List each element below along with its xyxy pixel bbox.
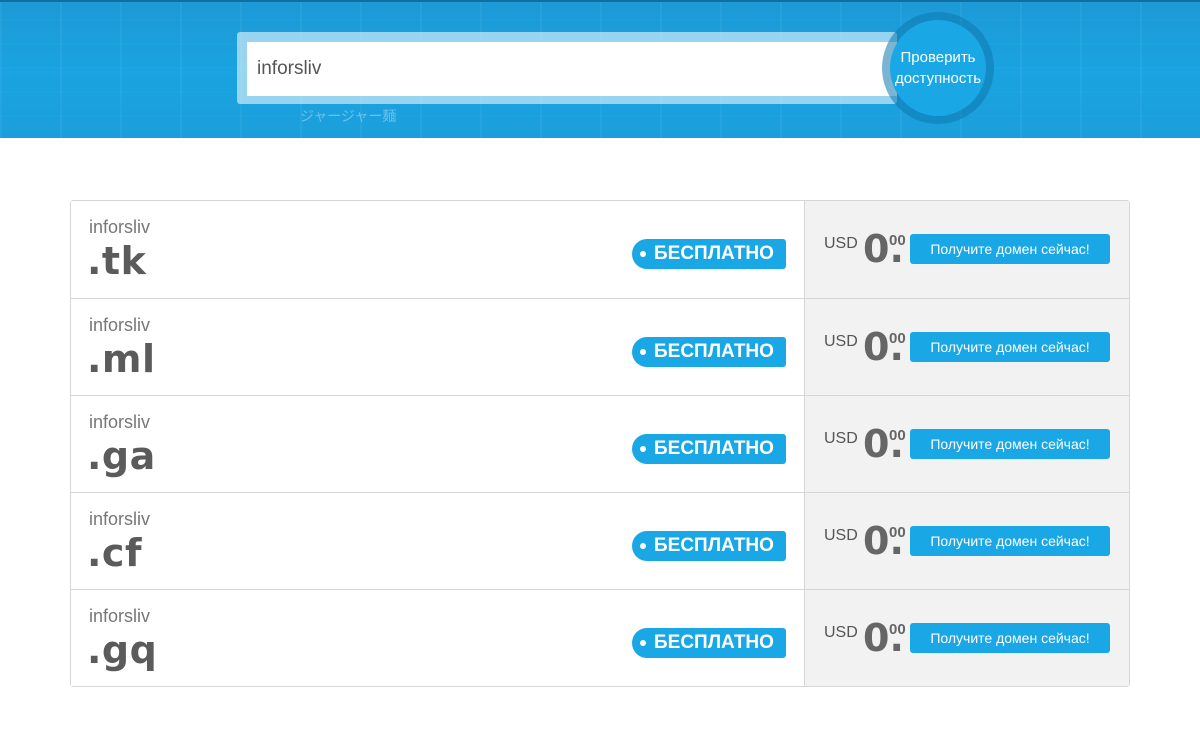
currency-label: USD: [824, 430, 858, 447]
price-decimal: 00: [889, 232, 906, 249]
free-badge-label: БЕСПЛАТНО: [654, 243, 774, 264]
domain-row: inforsliv .tk БЕСПЛАТНО USD 0. 00 Получи…: [71, 201, 1129, 298]
get-domain-button[interactable]: Получите домен сейчас!: [910, 234, 1110, 264]
domain-info-cell: inforsliv .ga БЕСПЛАТНО: [71, 396, 805, 492]
badge-dot-icon: [640, 543, 646, 549]
check-button-label-2: доступность: [894, 70, 982, 87]
badge-dot-icon: [640, 640, 646, 646]
badge-dot-icon: [640, 349, 646, 355]
domain-info-cell: inforsliv .tk БЕСПЛАТНО: [71, 201, 805, 298]
badge-dot-icon: [640, 446, 646, 452]
domain-row: inforsliv .cf БЕСПЛАТНО USD 0. 00 Получи…: [71, 492, 1129, 589]
domain-row: inforsliv .ga БЕСПЛАТНО USD 0. 00 Получи…: [71, 395, 1129, 492]
get-domain-button[interactable]: Получите домен сейчас!: [910, 623, 1110, 653]
currency-label: USD: [824, 333, 858, 350]
free-badge-label: БЕСПЛАТНО: [654, 438, 774, 459]
domain-row: inforsliv .gq БЕСПЛАТНО USD 0. 00 Получи…: [71, 589, 1129, 686]
free-badge: БЕСПЛАТНО: [632, 434, 786, 464]
domain-search-input[interactable]: inforsliv: [247, 42, 897, 96]
domain-name: inforsliv: [89, 315, 151, 335]
domain-tld: .cf: [87, 531, 142, 575]
free-badge-label: БЕСПЛАТНО: [654, 632, 774, 653]
domain-name: inforsliv: [89, 606, 151, 626]
domain-info-cell: inforsliv .gq БЕСПЛАТНО: [71, 590, 805, 686]
price-decimal: 00: [889, 330, 906, 347]
price-cell: USD 0. 00 Получите домен сейчас!: [805, 590, 1129, 686]
free-badge-label: БЕСПЛАТНО: [654, 341, 774, 362]
domain-info-cell: inforsliv .ml БЕСПЛАТНО: [71, 299, 805, 395]
get-domain-button[interactable]: Получите домен сейчас!: [910, 332, 1110, 362]
domain-search-value: inforsliv: [257, 58, 322, 79]
price-cell: USD 0. 00 Получите домен сейчас!: [805, 299, 1129, 395]
domain-name: inforsliv: [89, 509, 151, 529]
domain-tld: .tk: [87, 239, 147, 283]
hero-background-text: ジャージャー麺: [300, 109, 397, 125]
domain-tld: .ga: [87, 434, 156, 478]
free-badge: БЕСПЛАТНО: [632, 239, 786, 269]
price-decimal: 00: [889, 524, 906, 541]
domain-results-table: inforsliv .tk БЕСПЛАТНО USD 0. 00 Получи…: [70, 200, 1130, 687]
get-domain-button[interactable]: Получите домен сейчас!: [910, 526, 1110, 556]
price-cell: USD 0. 00 Получите домен сейчас!: [805, 396, 1129, 492]
check-button-label-1: Проверить: [900, 49, 976, 66]
free-badge-label: БЕСПЛАТНО: [654, 535, 774, 556]
price-decimal: 00: [889, 621, 906, 638]
currency-label: USD: [824, 235, 858, 252]
price-decimal: 00: [889, 427, 906, 444]
get-domain-button[interactable]: Получите домен сейчас!: [910, 429, 1110, 459]
domain-tld: .ml: [87, 337, 156, 381]
currency-label: USD: [824, 527, 858, 544]
domain-row: inforsliv .ml БЕСПЛАТНО USD 0. 00 Получи…: [71, 298, 1129, 395]
free-badge: БЕСПЛАТНО: [632, 337, 786, 367]
check-availability-button[interactable]: Проверить доступность: [890, 20, 986, 116]
domain-tld: .gq: [87, 628, 158, 672]
free-badge: БЕСПЛАТНО: [632, 531, 786, 561]
currency-label: USD: [824, 624, 858, 641]
domain-name: inforsliv: [89, 217, 151, 237]
free-badge: БЕСПЛАТНО: [632, 628, 786, 658]
price-cell: USD 0. 00 Получите домен сейчас!: [805, 493, 1129, 589]
badge-dot-icon: [640, 251, 646, 257]
domain-name: inforsliv: [89, 412, 151, 432]
price-cell: USD 0. 00 Получите домен сейчас!: [805, 201, 1129, 298]
domain-info-cell: inforsliv .cf БЕСПЛАТНО: [71, 493, 805, 589]
